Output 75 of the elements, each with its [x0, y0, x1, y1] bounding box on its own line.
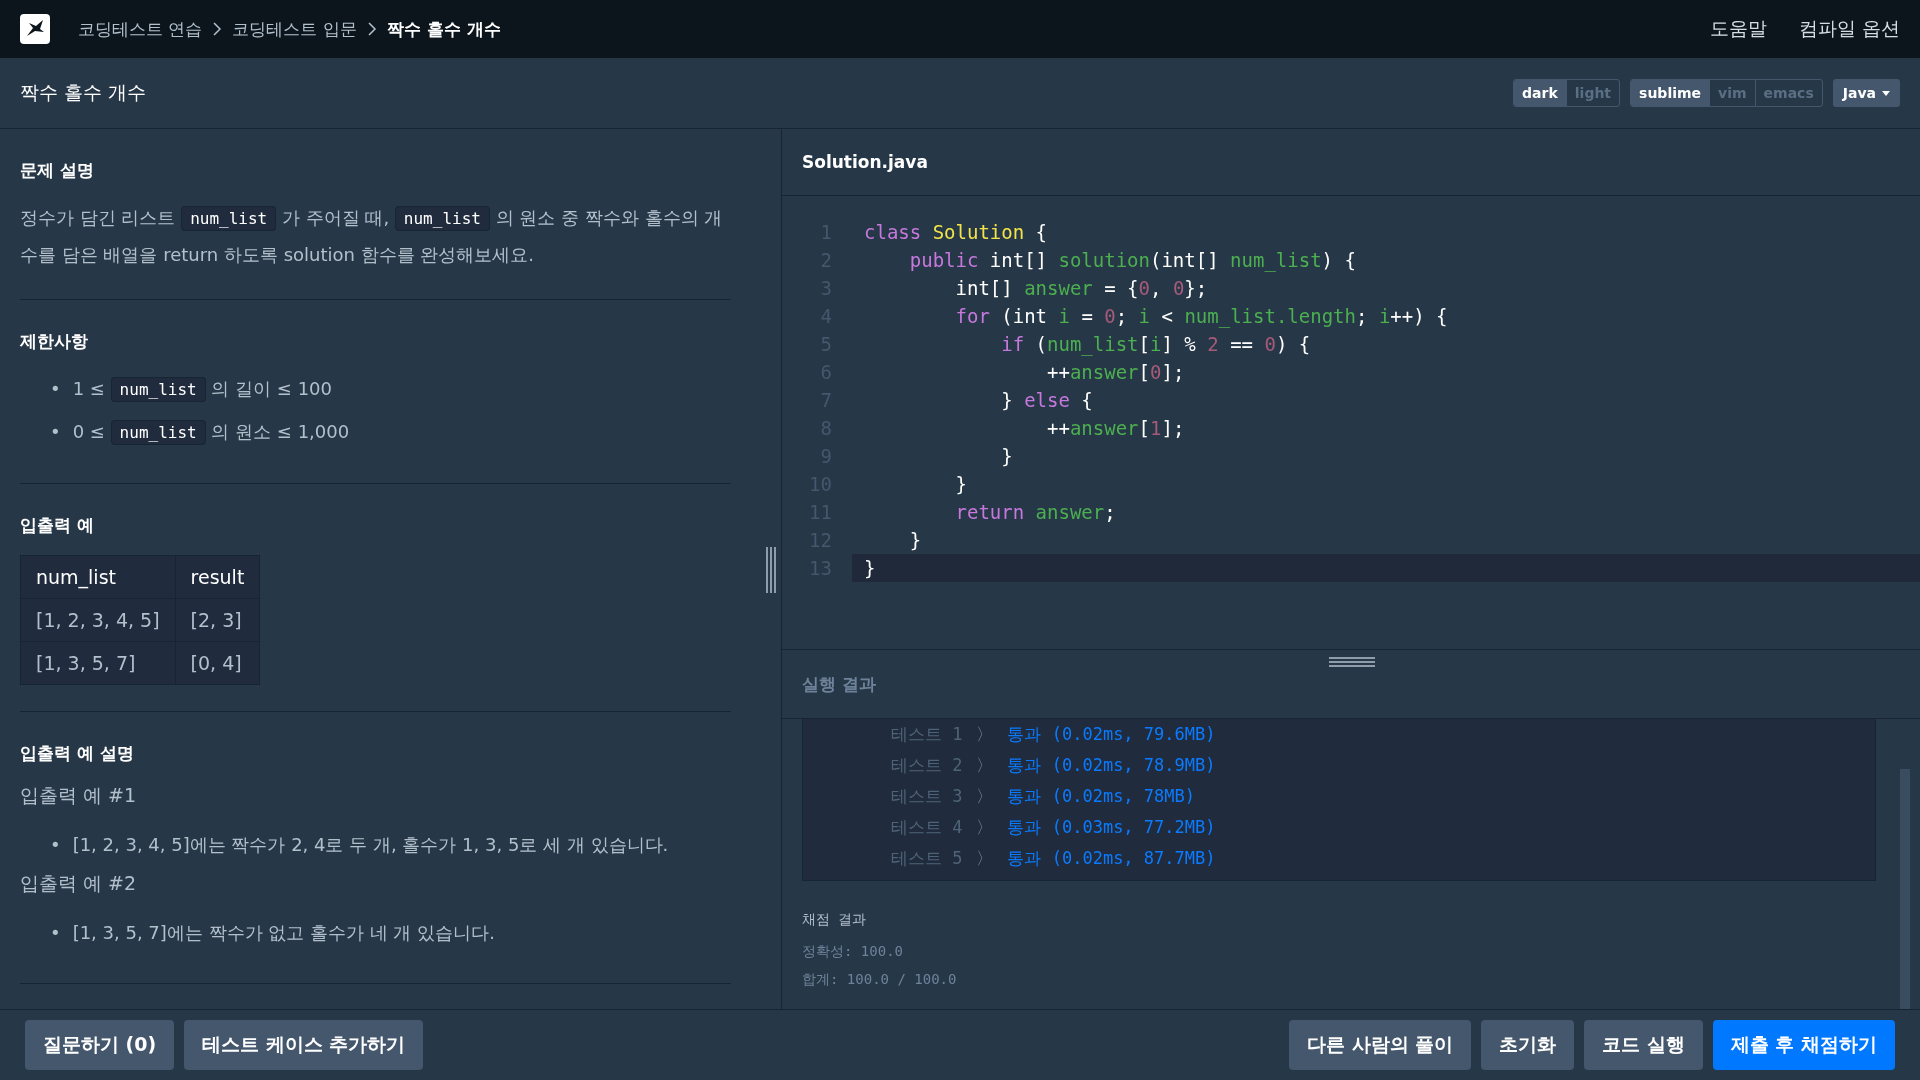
- problem-title: 짝수 홀수 개수: [20, 80, 147, 105]
- test-separator: 〉: [976, 754, 994, 777]
- action-button[interactable]: 코드 실행: [1584, 1020, 1703, 1070]
- toggle-option[interactable]: sublime: [1631, 80, 1711, 106]
- bullet-marker: •: [50, 921, 61, 945]
- constraint-text: 1 ≤ num_list 의 길이 ≤ 100: [72, 371, 332, 408]
- score-line: 정확성: 100.0: [802, 943, 904, 961]
- test-separator: 〉: [976, 847, 994, 870]
- chevron-right-icon: [212, 21, 223, 37]
- table-cell: [1, 2, 3, 4, 5]: [20, 598, 176, 642]
- example-explanation: [1, 3, 5, 7]에는 짝수가 없고 홀수가 네 개 있습니다.: [72, 921, 495, 945]
- constraint-text: 0 ≤ num_list 의 원소 ≤ 1,000: [72, 414, 350, 451]
- test-label: 테스트 1: [891, 723, 963, 746]
- test-label: 테스트 3: [891, 785, 963, 808]
- code-line: } else {: [1000, 388, 1094, 413]
- table-cell: [2, 3]: [175, 598, 260, 642]
- action-button[interactable]: 테스트 케이스 추가하기: [184, 1020, 424, 1070]
- breadcrumb-link[interactable]: 코딩테스트 입문: [232, 17, 357, 41]
- score-title: 채점 결과: [802, 911, 868, 929]
- test-result: 통과 (0.02ms, 78.9MB): [1007, 754, 1216, 777]
- toggle-option[interactable]: dark: [1514, 80, 1567, 106]
- code-line: ++answer[1];: [1046, 416, 1186, 441]
- action-button[interactable]: 제출 후 채점하기: [1712, 1020, 1895, 1070]
- code-line: if (num_list[i] % 2 == 0) {: [1000, 332, 1312, 358]
- test-result: 통과 (0.02ms, 78MB): [1007, 785, 1195, 808]
- code-line: for (int i = 0; i < num_list.length; i++) {: [954, 304, 1449, 330]
- example-explanation: [1, 2, 3, 4, 5]에는 짝수가 2, 4로 두 개, 홀수가 1, 3, 5로 세 개 있습니다.: [72, 833, 669, 857]
- language-dropdown[interactable]: Java: [1832, 79, 1900, 107]
- action-button[interactable]: 초기화: [1481, 1020, 1575, 1070]
- code-line: ++answer[0];: [1046, 360, 1186, 385]
- table-cell: [1, 3, 5, 7]: [20, 641, 176, 685]
- test-label: 테스트 4: [891, 816, 963, 839]
- chevron-right-icon: [366, 21, 377, 37]
- action-button[interactable]: 질문하기 (0): [25, 1020, 175, 1070]
- test-result: 통과 (0.03ms, 77.2MB): [1007, 816, 1216, 839]
- code-line: int[] answer = {0, 0};: [954, 276, 1209, 301]
- test-separator: 〉: [976, 816, 994, 839]
- test-separator: 〉: [976, 723, 994, 746]
- example-heading: 입출력 예 #1: [20, 783, 138, 808]
- bullet-marker: •: [50, 833, 61, 857]
- resize-handle[interactable]: [1329, 656, 1375, 668]
- section-heading: 문제 설명: [20, 159, 95, 182]
- breadcrumb-link[interactable]: 코딩테스트 연습: [78, 17, 203, 41]
- test-label: 테스트 2: [891, 754, 963, 777]
- bullet-marker: •: [50, 420, 61, 444]
- header-link[interactable]: 컴파일 옵션: [1798, 16, 1900, 42]
- test-label: 테스트 5: [891, 847, 963, 870]
- code-line: public int[] solution(int[] num_list) {: [908, 248, 1357, 274]
- problem-description: 정수가 담긴 리스트 num_list 가 주어질 때, num_list 의 원소 중 짝수와 홀수의 개수를 담은 배열을 return 하도록 solution 함수를 완성해보세요.: [20, 205, 724, 267]
- action-button[interactable]: 다른 사람의 풀이: [1288, 1020, 1472, 1070]
- logo-icon[interactable]: [20, 14, 50, 44]
- header-link[interactable]: 도움말: [1709, 16, 1767, 42]
- resize-handle[interactable]: [765, 547, 777, 593]
- bullet-marker: •: [50, 377, 61, 401]
- score-line: 합계: 100.0 / 100.0: [802, 971, 958, 989]
- breadcrumb-link[interactable]: 짝수 홀수 개수: [386, 17, 501, 41]
- test-result: 통과 (0.02ms, 79.6MB): [1007, 723, 1216, 746]
- results-title: 실행 결과: [802, 672, 876, 696]
- section-heading: 제한사항: [20, 330, 89, 353]
- caret-icon: [1882, 90, 1890, 96]
- example-heading: 입출력 예 #2: [20, 871, 138, 896]
- code-line: }: [908, 528, 923, 553]
- code-line: return answer;: [954, 500, 1117, 525]
- code-line: class Solution {: [863, 220, 1049, 245]
- table-cell: [0, 4]: [175, 641, 260, 685]
- scrollbar-thumb[interactable]: [1900, 769, 1910, 1009]
- code-line: }: [1000, 444, 1014, 469]
- code-line: }: [954, 472, 968, 497]
- test-result: 통과 (0.02ms, 87.7MB): [1007, 847, 1216, 870]
- section-heading: 입출력 예 설명: [20, 742, 135, 765]
- section-heading: 입출력 예: [20, 514, 95, 537]
- file-name: Solution.java: [802, 152, 928, 172]
- table-header: num_list: [20, 555, 176, 599]
- table-header: result: [175, 555, 260, 599]
- test-separator: 〉: [976, 785, 994, 808]
